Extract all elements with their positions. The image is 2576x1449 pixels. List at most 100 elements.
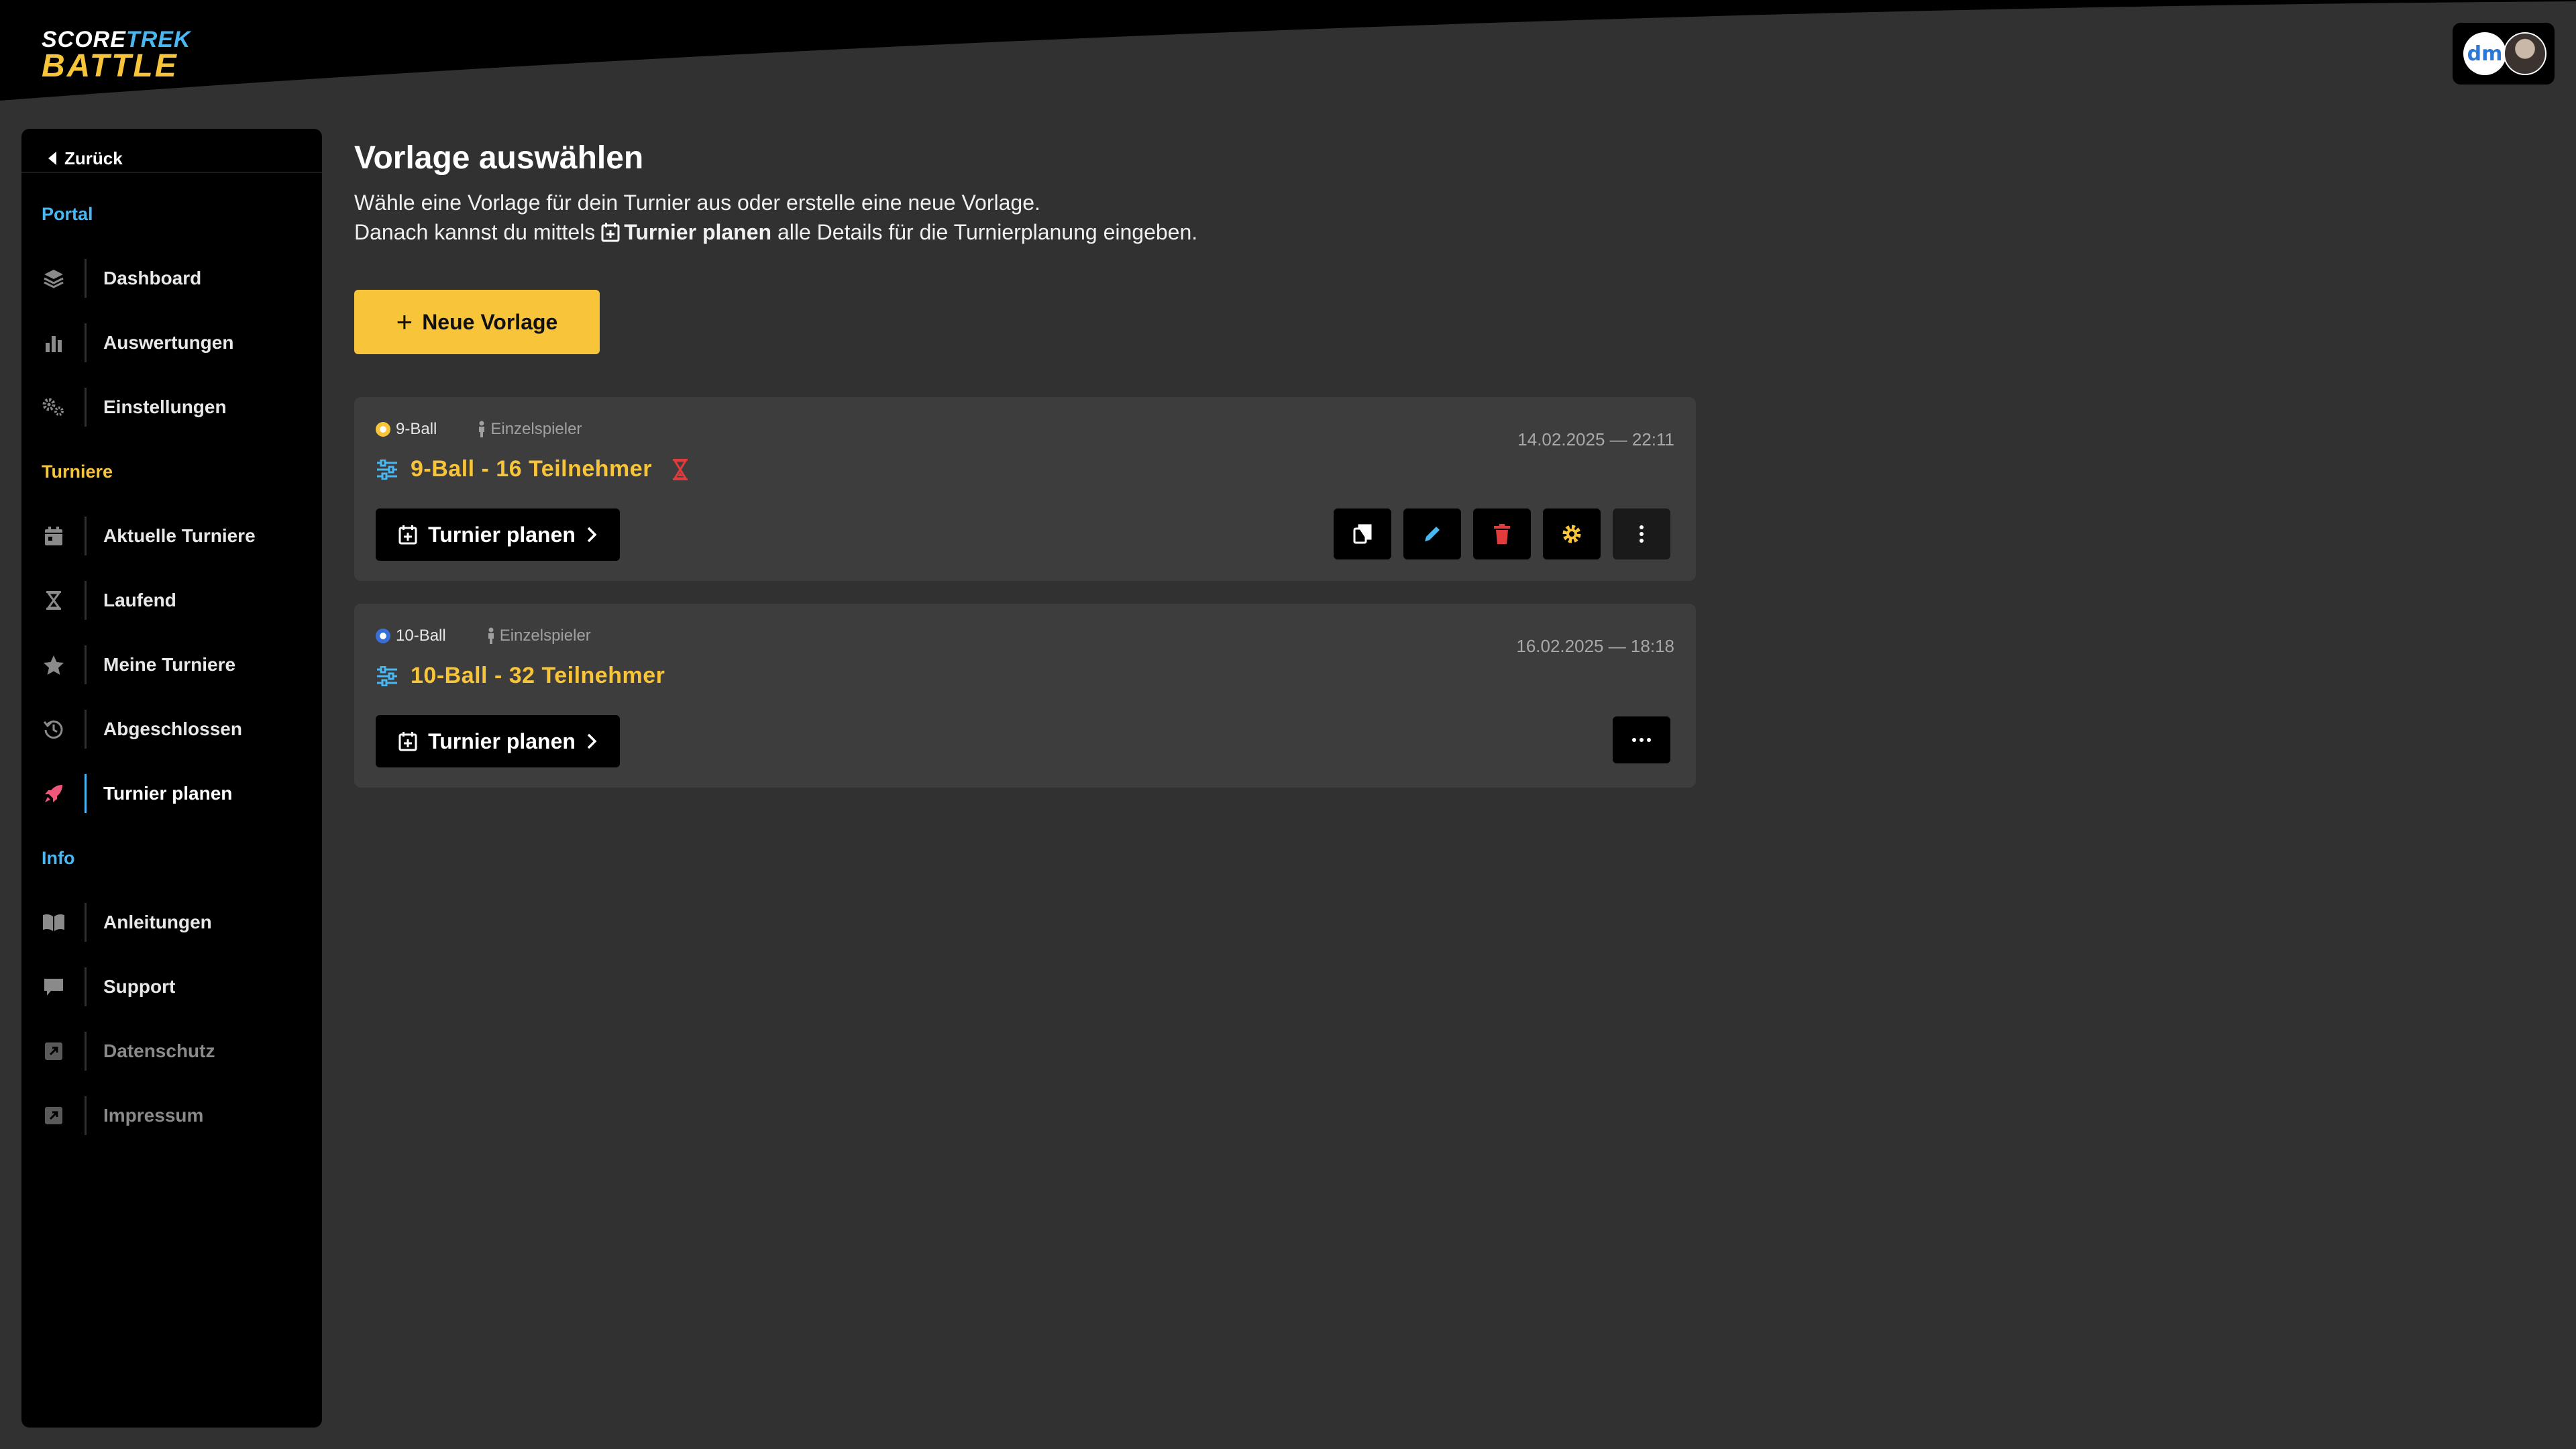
sidebar-item-label: Impressum [103,1105,204,1126]
new-template-label: Neue Vorlage [422,309,558,334]
calendar-icon [40,523,67,549]
trash-icon [1494,524,1510,544]
nav-indicator [85,1032,87,1071]
sliders-icon [377,665,397,686]
template-date: 16.02.2025 — 18:18 [1516,636,1674,656]
comment-icon [40,973,67,1000]
sidebar-item-laufend[interactable]: Laufend [21,576,322,625]
user-menu[interactable]: dm [2453,23,2555,85]
nav-indicator [85,388,87,427]
description-line-1: Wähle eine Vorlage für dein Turnier aus … [354,191,1040,215]
hourglass-icon [672,458,688,480]
back-link[interactable]: Zurück [48,142,123,174]
sidebar-item-label: Auswertungen [103,332,234,353]
description-line-2: Danach kannst du mittels Turnier planen … [354,217,1197,250]
top-header [0,0,2576,107]
player-mode-label: Einzelspieler [499,627,591,645]
plan-tournament-label: Turnier planen [428,729,576,753]
divider [21,172,322,173]
calendar-plus-icon [398,732,417,751]
sidebar-item-einstellungen[interactable]: Einstellungen [21,382,322,432]
page-title: Vorlage auswählen [354,140,644,176]
sidebar-item-auswertungen[interactable]: Auswertungen [21,318,322,368]
section-portal: Portal [42,204,93,224]
sidebar-item-abgeschlossen[interactable]: Abgeschlossen [21,704,322,754]
sidebar-item-anleitungen[interactable]: Anleitungen [21,898,322,947]
more-options-button[interactable] [1613,508,1670,559]
nav-indicator [85,517,87,555]
sidebar-item-label: Datenschutz [103,1040,215,1061]
plan-tournament-label: Turnier planen [428,522,576,547]
sliders-icon [377,459,397,480]
ellipsis-horizontal-icon [1632,738,1651,742]
sidebar: Zurück Portal Dashboard Auswertungen Ein… [21,129,322,1428]
new-template-button[interactable]: + Neue Vorlage [354,290,600,354]
layers-icon [40,265,67,292]
settings-button[interactable] [1543,508,1601,559]
avatar[interactable] [2504,32,2546,75]
plan-tournament-button[interactable]: Turnier planen [376,715,620,767]
external-link-icon [40,1102,67,1129]
sidebar-item-turnier-planen[interactable]: Turnier planen [21,769,322,818]
organization-logo: dm [2463,32,2506,75]
calendar-plus-icon [601,220,620,250]
page-description: Wähle eine Vorlage für dein Turnier aus … [354,188,1197,250]
template-name-row[interactable]: 9-Ball - 16 Teilnehmer [376,456,688,482]
nav-indicator [85,903,87,942]
game-type: 9-Ball [396,420,437,438]
sidebar-item-support[interactable]: Support [21,962,322,1012]
sidebar-item-label: Aktuelle Turniere [103,525,256,546]
gears-icon [40,394,67,421]
sidebar-item-impressum[interactable]: Impressum [21,1091,322,1140]
nav-indicator [85,645,87,684]
sidebar-item-label: Einstellungen [103,396,227,417]
sidebar-item-datenschutz[interactable]: Datenschutz [21,1026,322,1076]
description-post: alle Details für die Turnierplanung eing… [777,220,1198,244]
sidebar-item-label: Laufend [103,590,176,610]
sidebar-item-meine-turniere[interactable]: Meine Turniere [21,640,322,690]
chevron-right-icon [587,733,597,749]
template-name-row[interactable]: 10-Ball - 32 Teilnehmer [376,663,665,689]
nav-indicator [85,774,87,813]
caret-left-icon [48,152,56,165]
template-card: 9-Ball Einzelspieler 14.02.2025 — 22:11 … [354,397,1696,581]
more-options-button[interactable] [1613,716,1670,763]
section-turniere: Turniere [42,462,113,482]
sidebar-item-aktuelle-turniere[interactable]: Aktuelle Turniere [21,511,322,561]
template-card: 10-Ball Einzelspieler 16.02.2025 — 18:18… [354,604,1696,788]
pencil-icon [1425,527,1440,541]
player-mode: Einzelspieler [477,420,582,439]
person-icon [479,421,485,437]
sidebar-item-label: Turnier planen [103,783,233,804]
plan-tournament-button[interactable]: Turnier planen [376,508,620,561]
template-name: 9-Ball - 16 Teilnehmer [411,456,652,482]
sidebar-item-label: Anleitungen [103,912,212,932]
delete-button[interactable] [1473,508,1531,559]
template-meta: 10-Ball Einzelspieler [376,627,591,645]
duplicate-button[interactable] [1334,508,1391,559]
template-date: 14.02.2025 — 22:11 [1517,429,1674,449]
external-link-icon [40,1038,67,1065]
sidebar-item-label: Abgeschlossen [103,718,242,739]
nav-indicator [85,581,87,620]
nav-indicator [85,259,87,298]
sidebar-item-label: Support [103,976,176,997]
app-logo[interactable]: SCORETREK BATTLE [42,28,203,83]
game-type: 10-Ball [396,627,446,645]
nav-indicator [85,967,87,1006]
nav-indicator [85,710,87,749]
section-info: Info [42,848,75,868]
template-name: 10-Ball - 32 Teilnehmer [411,663,665,688]
nine-ball-icon [376,422,390,437]
book-icon [40,909,67,936]
ten-ball-icon [376,629,390,643]
sidebar-item-label: Dashboard [103,268,202,288]
plus-icon: + [396,306,413,337]
edit-button[interactable] [1403,508,1461,559]
template-meta: 9-Ball Einzelspieler [376,420,582,439]
hourglass-icon [40,587,67,614]
player-mode-label: Einzelspieler [490,420,582,438]
back-label: Zurück [64,148,123,168]
sidebar-item-dashboard[interactable]: Dashboard [21,254,322,303]
copy-icon [1353,524,1372,544]
